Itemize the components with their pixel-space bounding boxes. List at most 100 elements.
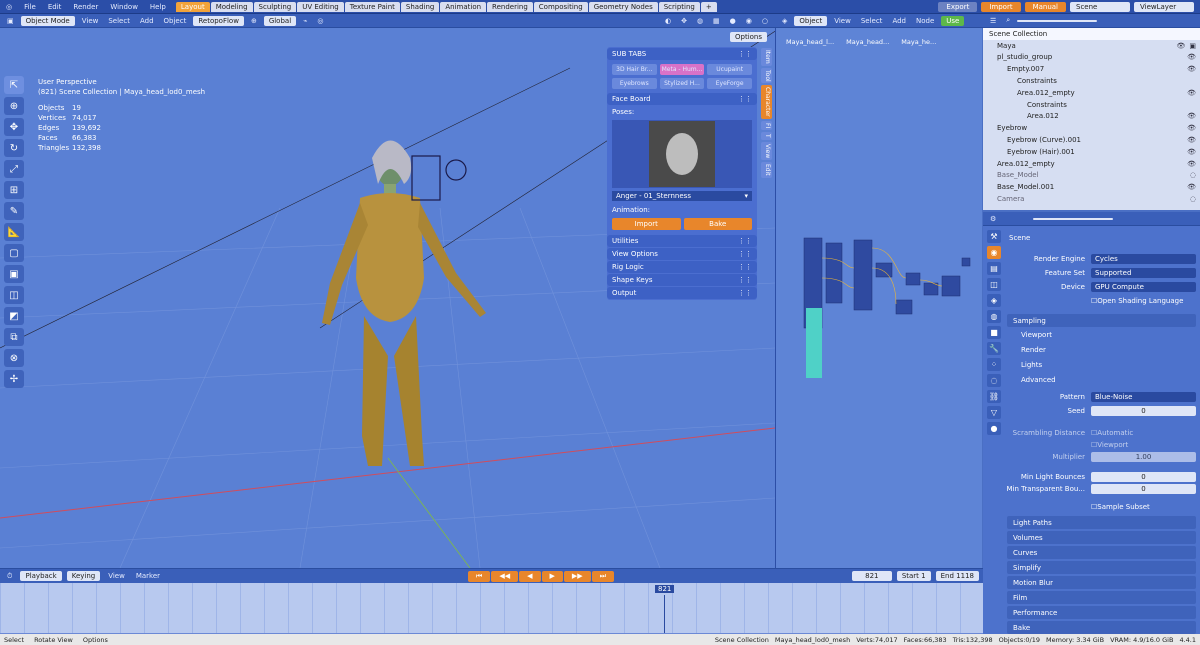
node-menu-node[interactable]: Node [913, 17, 937, 25]
menu-edit[interactable]: Edit [42, 3, 68, 11]
use-nodes-toggle[interactable]: Use [941, 15, 965, 26]
outliner-row[interactable]: Area.012_empty 👁 [983, 158, 1200, 170]
tab-compositing[interactable]: Compositing [533, 1, 588, 12]
outliner-row[interactable]: Constraints [983, 75, 1200, 87]
node-menu-view[interactable]: View [831, 17, 854, 25]
play-reverse-icon[interactable]: ◀ [519, 570, 541, 582]
multiplier-field[interactable]: 1.00 [1091, 451, 1196, 462]
keying-menu[interactable]: Keying [66, 571, 101, 581]
menu-select[interactable]: Select [105, 17, 133, 25]
node-menu-select[interactable]: Select [858, 17, 886, 25]
side-tab-edit[interactable]: Edit [761, 162, 772, 178]
outliner-row[interactable]: Base_Model ◌ [983, 170, 1200, 182]
gizmo-icon[interactable]: ✥ [678, 17, 690, 25]
prev-key-icon[interactable]: ◀◀ [491, 570, 519, 582]
menu-file[interactable]: File [18, 3, 42, 11]
scene-props-icon[interactable]: ◈ [987, 294, 1001, 307]
orientation-dropdown[interactable]: Global [263, 15, 297, 26]
object-props-icon[interactable]: ■ [987, 326, 1001, 339]
end-frame-field[interactable]: End 1118 [935, 571, 979, 581]
outliner-row[interactable]: pl_studio_group 👁 [983, 52, 1200, 64]
tab-layout[interactable]: Layout [175, 1, 210, 12]
anim-import-button[interactable]: Import [612, 218, 681, 230]
add-cube-tool-icon[interactable]: ▢ [4, 244, 24, 262]
subtab-eyeforge[interactable]: EyeForge [707, 78, 752, 89]
outliner-row[interactable]: Constraints [983, 99, 1200, 111]
performance-section[interactable]: Performance [1007, 606, 1196, 619]
subtab-metahuman[interactable]: Meta - Hum... [659, 64, 705, 75]
side-tab-tool[interactable]: Tool [761, 67, 772, 84]
cursor-tool-icon[interactable]: ⊕ [4, 97, 24, 115]
subtabs-header[interactable]: SUB TABS ⋮⋮ [607, 48, 757, 60]
sampling-section[interactable]: Sampling [1007, 314, 1196, 327]
xray-icon[interactable]: ▦ [710, 17, 723, 25]
annotate-tool-icon[interactable]: ✎ [4, 202, 24, 220]
options-dropdown[interactable]: Options [730, 32, 768, 42]
simplify-section[interactable]: Simplify [1007, 561, 1196, 574]
jump-end-icon[interactable]: ⏭ [591, 570, 615, 582]
volumes-section[interactable]: Volumes [1007, 531, 1196, 544]
sample-subset-row[interactable]: ☐ Sample Subset [1003, 500, 1196, 513]
menu-add[interactable]: Add [137, 17, 157, 25]
play-icon[interactable]: ▶ [541, 570, 563, 582]
section-utilities[interactable]: Utilities ⋮⋮ [607, 235, 757, 247]
node-editor-type-icon[interactable]: ◈ [779, 17, 790, 25]
editor-type-icon[interactable]: ▣ [4, 17, 17, 25]
tab-shading[interactable]: Shading [400, 1, 440, 12]
outliner-row[interactable]: Camera ◌ [983, 193, 1200, 205]
bake-section[interactable]: Bake [1007, 621, 1196, 634]
curves-section[interactable]: Curves [1007, 546, 1196, 559]
side-tab-item[interactable]: Item [761, 48, 772, 66]
export-button[interactable]: Export [938, 2, 978, 12]
retopoflow-button[interactable]: RetopoFlow [193, 15, 244, 26]
node-type-dropdown[interactable]: Object [794, 15, 828, 26]
visibility-icon[interactable]: ◐ [662, 17, 674, 25]
shading-solid-icon[interactable]: ● [727, 17, 739, 25]
seed-field[interactable]: 0 [1091, 405, 1196, 416]
filter-icon[interactable]: ⌕ [1003, 16, 1013, 25]
pose-thumbnail[interactable] [612, 120, 752, 188]
menu-window[interactable]: Window [104, 3, 144, 11]
output-props-icon[interactable]: ▤ [987, 262, 1001, 275]
node-editor[interactable]: Maya_head_l... Maya_head... Maya_he... [775, 28, 982, 568]
select-tool-icon[interactable]: ⇱ [4, 76, 24, 94]
playhead-label[interactable]: 821 [655, 585, 675, 593]
extra-tool-5-icon[interactable]: ⊗ [4, 349, 24, 367]
side-tab-view[interactable]: View [761, 141, 772, 161]
outliner-row[interactable]: Base_Model.001 👁 [983, 181, 1200, 193]
tab-texture-paint[interactable]: Texture Paint [344, 1, 400, 12]
outliner-row[interactable]: Maya 👁 ▣ [983, 40, 1200, 52]
outliner-row[interactable]: Eyebrow (Hair).001 👁 [983, 146, 1200, 158]
render-engine-dropdown[interactable]: Cycles [1091, 253, 1196, 264]
subtab-hair[interactable]: 3D Hair Br... [612, 64, 657, 75]
subtab-ucupaint[interactable]: Ucupaint [707, 64, 752, 75]
tool-props-icon[interactable]: ⚒ [987, 230, 1001, 243]
extra-tool-6-icon[interactable]: ✢ [4, 370, 24, 388]
particles-props-icon[interactable]: ⁘ [987, 358, 1001, 371]
modifier-props-icon[interactable]: 🔧 [987, 342, 1001, 355]
pattern-dropdown[interactable]: Blue-Noise [1091, 391, 1196, 402]
menu-view[interactable]: View [79, 17, 102, 25]
shading-rendered-icon[interactable]: ○ [759, 17, 771, 25]
blender-logo-icon[interactable]: ◎ [0, 3, 18, 11]
import-button[interactable]: Import [981, 2, 1021, 12]
extra-tool-4-icon[interactable]: ⧉ [4, 328, 24, 346]
object-mode-dropdown[interactable]: Object Mode [20, 15, 75, 26]
outliner-row[interactable]: Area.012_empty 👁 [983, 87, 1200, 99]
jump-start-icon[interactable]: ⏮ [468, 570, 491, 582]
feature-set-dropdown[interactable]: Supported [1091, 267, 1196, 278]
proportional-edit-icon[interactable]: ◎ [314, 17, 326, 25]
subtab-stylized[interactable]: Stylized H... [659, 78, 705, 89]
character-model[interactable] [322, 140, 486, 467]
film-section[interactable]: Film [1007, 591, 1196, 604]
scale-tool-icon[interactable]: ⤢ [4, 160, 24, 178]
outliner-row[interactable]: Eyebrow (Curve).001 👁 [983, 134, 1200, 146]
playback-menu[interactable]: Playback [20, 571, 62, 581]
side-tab-t[interactable]: T [761, 132, 772, 140]
extra-tool-3-icon[interactable]: ◩ [4, 307, 24, 325]
physics-props-icon[interactable]: ◌ [987, 374, 1001, 387]
shading-material-icon[interactable]: ◉ [743, 17, 755, 25]
current-frame-field[interactable]: 821 [851, 571, 892, 581]
device-dropdown[interactable]: GPU Compute [1091, 281, 1196, 292]
timeline-type-icon[interactable]: ⏱ [4, 572, 15, 581]
